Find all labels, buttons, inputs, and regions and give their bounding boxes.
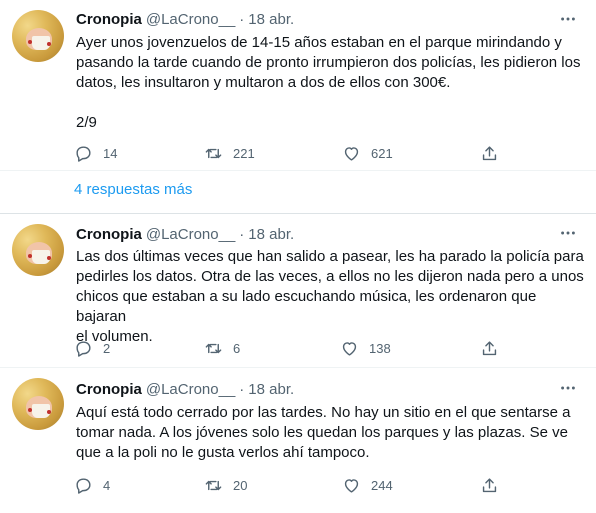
retweet-count: 20 [233,477,248,493]
display-name[interactable]: Cronopia [76,11,142,28]
share-button[interactable] [480,475,499,495]
more-icon[interactable] [558,9,578,29]
reply-count: 14 [103,145,118,161]
tweet[interactable]: Cronopia @LaCrono__ · 18 abr. Aquí está … [0,368,596,513]
divider [0,170,596,171]
user-handle[interactable]: @LaCrono__ [146,226,235,243]
retweet-icon [205,343,222,353]
more-icon[interactable] [558,378,578,398]
like-icon [344,478,359,493]
user-handle[interactable]: @LaCrono__ [146,381,235,398]
tweet-date[interactable]: 18 abr. [248,226,294,243]
tweet-text: Aquí está todo cerrado por las tardes. N… [76,404,571,461]
tweet-actions: 2 6 138 [74,338,514,358]
like-count: 138 [369,340,391,356]
tweet-actions: 14 221 621 [74,143,514,163]
reply-button[interactable]: 2 [74,338,110,358]
reply-icon [76,145,91,162]
avatar[interactable] [12,10,64,62]
reply-icon [76,340,91,357]
tweet-text: Ayer unos jovenzuelos de 14-15 años esta… [76,34,581,131]
display-name[interactable]: Cronopia [76,381,142,398]
separator-dot: · [239,380,245,398]
tweet-date[interactable]: 18 abr. [248,381,294,398]
like-button[interactable]: 138 [340,338,391,358]
tweet-actions: 4 20 244 [74,475,514,495]
reply-button[interactable]: 4 [74,475,110,495]
tweet-header: Cronopia @LaCrono__ · 18 abr. [76,224,294,244]
share-button[interactable] [480,338,499,358]
avatar[interactable] [12,224,64,276]
tweet[interactable]: Cronopia @LaCrono__ · 18 abr. Las dos úl… [0,214,596,368]
like-icon [342,341,357,356]
more-replies-link[interactable]: 4 respuestas más [74,181,192,198]
retweet-button[interactable]: 221 [204,143,255,163]
retweet-count: 221 [233,145,255,161]
more-icon[interactable] [558,223,578,243]
retweet-button[interactable]: 6 [204,338,240,358]
separator-dot: · [239,10,245,28]
like-icon [344,146,359,161]
retweet-button[interactable]: 20 [204,475,247,495]
retweet-count: 6 [233,340,241,356]
reply-button[interactable]: 14 [74,143,117,163]
tweet-header: Cronopia @LaCrono__ · 18 abr. [76,379,294,399]
reply-icon [76,477,91,494]
retweet-icon [205,148,222,158]
avatar[interactable] [12,378,64,430]
tweet-header: Cronopia @LaCrono__ · 18 abr. [76,9,294,29]
like-button[interactable]: 621 [342,143,393,163]
like-count: 244 [371,477,393,493]
share-button[interactable] [480,143,499,163]
user-handle[interactable]: @LaCrono__ [146,11,235,28]
tweet[interactable]: Cronopia @LaCrono__ · 18 abr. Ayer unos … [0,0,596,214]
display-name[interactable]: Cronopia [76,226,142,243]
separator-dot: · [239,225,245,243]
share-icon [482,340,497,355]
tweet-date[interactable]: 18 abr. [248,11,294,28]
share-icon [482,145,497,160]
like-count: 621 [371,145,393,161]
reply-count: 4 [103,477,111,493]
like-button[interactable]: 244 [342,475,393,495]
tweet-text: Las dos últimas veces que han salido a p… [76,248,584,345]
retweet-icon [205,480,222,490]
reply-count: 2 [103,340,111,356]
share-icon [482,477,497,492]
